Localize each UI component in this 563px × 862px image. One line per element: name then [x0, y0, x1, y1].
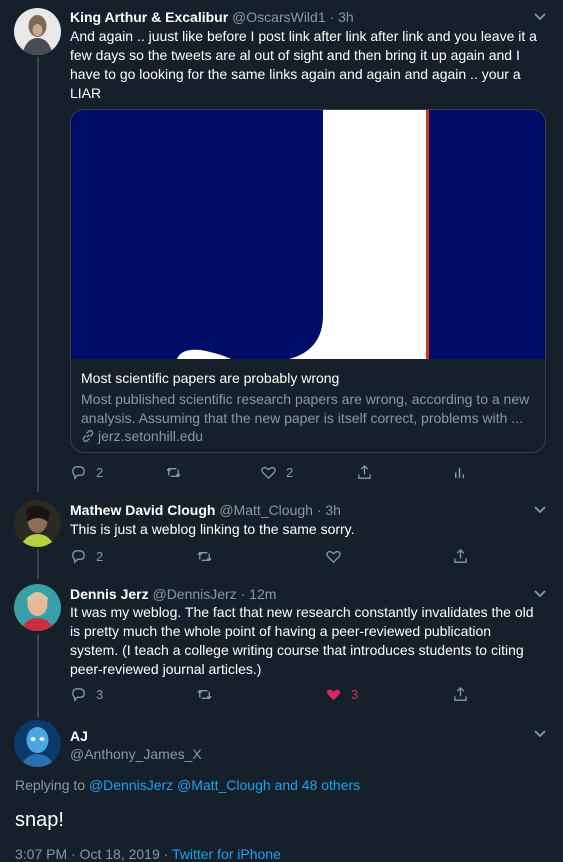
reply-button[interactable]: 3	[70, 684, 103, 704]
username[interactable]: @Matt_Clough	[219, 502, 313, 518]
username[interactable]: @Anthony_James_X	[70, 745, 202, 763]
thread-line	[37, 57, 39, 492]
avatar[interactable]	[14, 584, 61, 631]
username[interactable]: @OscarsWild1	[232, 9, 326, 25]
link-card[interactable]: Most scientific papers are probably wron…	[70, 109, 546, 453]
reply-icon	[72, 687, 85, 702]
reply-icon	[72, 465, 85, 480]
display-name[interactable]: Mathew David Clough	[70, 502, 215, 518]
tweet-text: snap!	[15, 809, 64, 831]
replying-to: Replying to @DennisJerz @Matt_Clough and…	[15, 777, 360, 793]
reply-count: 2	[96, 548, 104, 564]
retweet-button[interactable]	[196, 546, 222, 566]
like-button[interactable]	[325, 546, 351, 566]
share-icon	[454, 686, 467, 701]
analytics-icon	[454, 467, 465, 478]
timestamp[interactable]: · 3h	[317, 502, 341, 518]
share-icon	[358, 464, 371, 479]
card-title: Most scientific papers are probably wron…	[81, 370, 340, 386]
timestamp[interactable]: · 12m	[241, 586, 277, 602]
tweet-meta: 3:07 PM · Oct 18, 2019 · Twitter for iPh…	[15, 846, 281, 862]
tweet-text: And again .. juust like before I post li…	[70, 28, 537, 101]
thread-line	[37, 549, 39, 579]
analytics-button[interactable]	[451, 462, 468, 482]
tweet-text: This is just a weblog linking to the sam…	[70, 521, 355, 537]
timestamp[interactable]: 3:07 PM · Oct 18, 2019 ·	[15, 846, 168, 862]
retweet-icon	[197, 551, 212, 561]
source-link[interactable]: Twitter for iPhone	[172, 846, 281, 862]
reply-button[interactable]: 2	[70, 462, 103, 482]
username[interactable]: @DennisJerz	[152, 586, 236, 602]
tweet-header: Mathew David Clough @Matt_Clough · 3h	[70, 501, 341, 519]
like-icon	[261, 466, 276, 479]
like-button[interactable]: 3	[325, 684, 358, 704]
share-button[interactable]	[356, 462, 373, 482]
display-name[interactable]: AJ	[70, 727, 88, 745]
caret-down-icon[interactable]	[533, 505, 547, 515]
like-icon	[326, 689, 341, 700]
thread-line	[37, 634, 39, 718]
reply-count: 2	[96, 464, 104, 480]
avatar[interactable]	[14, 8, 61, 55]
card-image	[71, 110, 545, 359]
like-icon	[326, 550, 341, 563]
retweet-icon	[166, 467, 181, 477]
timestamp[interactable]: · 3h	[330, 9, 354, 25]
display-name[interactable]: King Arthur & Excalibur	[70, 9, 228, 25]
share-icon	[454, 548, 467, 563]
card-domain: jerz.setonhill.edu	[81, 428, 203, 444]
caret-down-icon[interactable]	[533, 12, 547, 22]
link-icon	[82, 429, 94, 443]
replying-prefix: Replying to	[15, 777, 86, 793]
retweet-button[interactable]	[196, 684, 222, 704]
like-button[interactable]: 2	[260, 462, 293, 482]
reply-button[interactable]: 2	[70, 546, 103, 566]
card-description: Most published scientific research paper…	[81, 391, 530, 426]
tweet-header: Dennis Jerz @DennisJerz · 12m	[70, 585, 276, 603]
reply-icon	[72, 549, 85, 564]
avatar[interactable]	[14, 500, 61, 547]
tweet-header: King Arthur & Excalibur @OscarsWild1 · 3…	[70, 8, 354, 26]
tweet-text: It was my weblog. The fact that new rese…	[70, 604, 534, 677]
replying-links[interactable]: @DennisJerz @Matt_Clough and 48 others	[89, 777, 360, 793]
share-button[interactable]	[452, 684, 469, 704]
card-domain-text: jerz.setonhill.edu	[98, 428, 204, 444]
avatar[interactable]	[14, 720, 61, 767]
like-count: 3	[351, 686, 359, 702]
reply-count: 3	[96, 686, 104, 702]
caret-down-icon[interactable]	[533, 729, 547, 739]
display-name[interactable]: Dennis Jerz	[70, 586, 149, 602]
caret-down-icon[interactable]	[533, 589, 547, 599]
retweet-icon	[197, 689, 212, 699]
share-button[interactable]	[452, 546, 469, 566]
retweet-button[interactable]	[165, 462, 191, 482]
like-count: 2	[286, 464, 294, 480]
